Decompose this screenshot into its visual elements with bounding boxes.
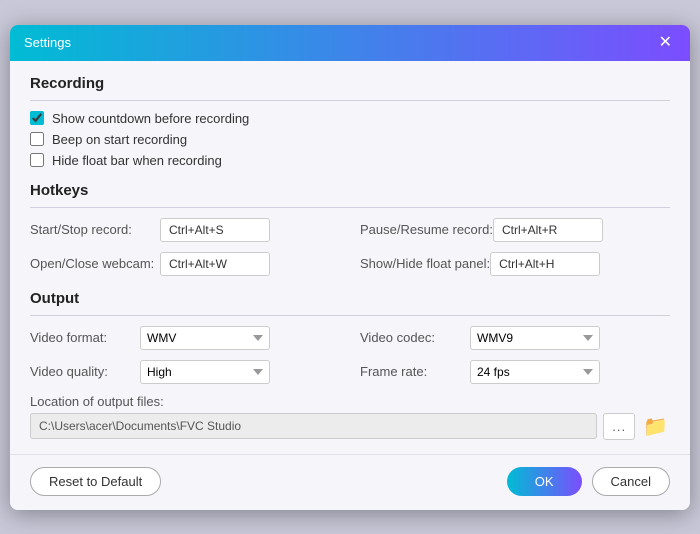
hotkey-row-start-stop: Start/Stop record: [30,218,340,242]
hotkey-row-pause-resume: Pause/Resume record: [360,218,670,242]
close-button[interactable]: ✕ [655,35,676,51]
title-bar: Settings ✕ [10,25,690,61]
hotkey-label-start-stop: Start/Stop record: [30,222,160,237]
output-row-quality: Video quality: Low Medium High Ultra Hig… [30,360,340,384]
hotkeys-title: Hotkeys [30,182,670,199]
hotkey-label-webcam: Open/Close webcam: [30,256,160,271]
cancel-button[interactable]: Cancel [592,467,670,496]
browse-dots-button[interactable]: ... [603,413,635,440]
hotkey-input-webcam[interactable] [160,252,270,276]
main-content: Recording Show countdown before recordin… [10,61,690,454]
ok-button[interactable]: OK [507,467,582,496]
checkbox-row-countdown: Show countdown before recording [30,111,670,126]
hotkey-input-start-stop[interactable] [160,218,270,242]
output-row-format: Video format: WMV MP4 AVI MOV [30,326,340,350]
video-quality-select[interactable]: Low Medium High Ultra High [140,360,270,384]
floatbar-label: Hide float bar when recording [52,153,222,168]
location-row: ... 📁 [30,413,670,440]
countdown-checkbox[interactable] [30,111,44,125]
video-format-select[interactable]: WMV MP4 AVI MOV [140,326,270,350]
location-input[interactable] [30,413,597,439]
hotkey-label-pause-resume: Pause/Resume record: [360,222,493,237]
output-section: Output Video format: WMV MP4 AVI MOV Vid… [30,290,670,440]
hotkey-grid: Start/Stop record: Pause/Resume record: … [30,218,670,276]
beep-checkbox[interactable] [30,132,44,146]
footer: Reset to Default OK Cancel [10,454,690,510]
open-folder-button[interactable]: 📁 [641,414,670,439]
output-label-codec: Video codec: [360,330,470,345]
output-label-format: Video format: [30,330,140,345]
recording-section: Recording Show countdown before recordin… [30,75,670,168]
output-row-codec: Video codec: WMV9 H.264 H.265 [360,326,670,350]
checkbox-row-floatbar: Hide float bar when recording [30,153,670,168]
settings-dialog: Settings ✕ Recording Show countdown befo… [10,25,690,510]
hotkey-input-pause-resume[interactable] [493,218,603,242]
output-title: Output [30,290,670,307]
footer-actions: OK Cancel [507,467,670,496]
hotkeys-divider [30,207,670,208]
output-row-framerate: Frame rate: 15 fps 24 fps 30 fps 60 fps [360,360,670,384]
hotkey-input-float-panel[interactable] [490,252,600,276]
checkbox-row-beep: Beep on start recording [30,132,670,147]
hotkeys-section: Hotkeys Start/Stop record: Pause/Resume … [30,182,670,276]
output-grid: Video format: WMV MP4 AVI MOV Video code… [30,326,670,384]
dialog-title: Settings [24,35,71,50]
countdown-label: Show countdown before recording [52,111,249,126]
folder-icon: 📁 [643,416,668,438]
reset-button[interactable]: Reset to Default [30,467,161,496]
location-label: Location of output files: [30,394,670,409]
output-label-framerate: Frame rate: [360,364,470,379]
video-codec-select[interactable]: WMV9 H.264 H.265 [470,326,600,350]
output-label-quality: Video quality: [30,364,140,379]
hotkey-row-float-panel: Show/Hide float panel: [360,252,670,276]
recording-divider [30,100,670,101]
hotkey-row-webcam: Open/Close webcam: [30,252,340,276]
frame-rate-select[interactable]: 15 fps 24 fps 30 fps 60 fps [470,360,600,384]
hotkey-label-float-panel: Show/Hide float panel: [360,256,490,271]
beep-label: Beep on start recording [52,132,187,147]
recording-title: Recording [30,75,670,92]
output-divider [30,315,670,316]
floatbar-checkbox[interactable] [30,153,44,167]
